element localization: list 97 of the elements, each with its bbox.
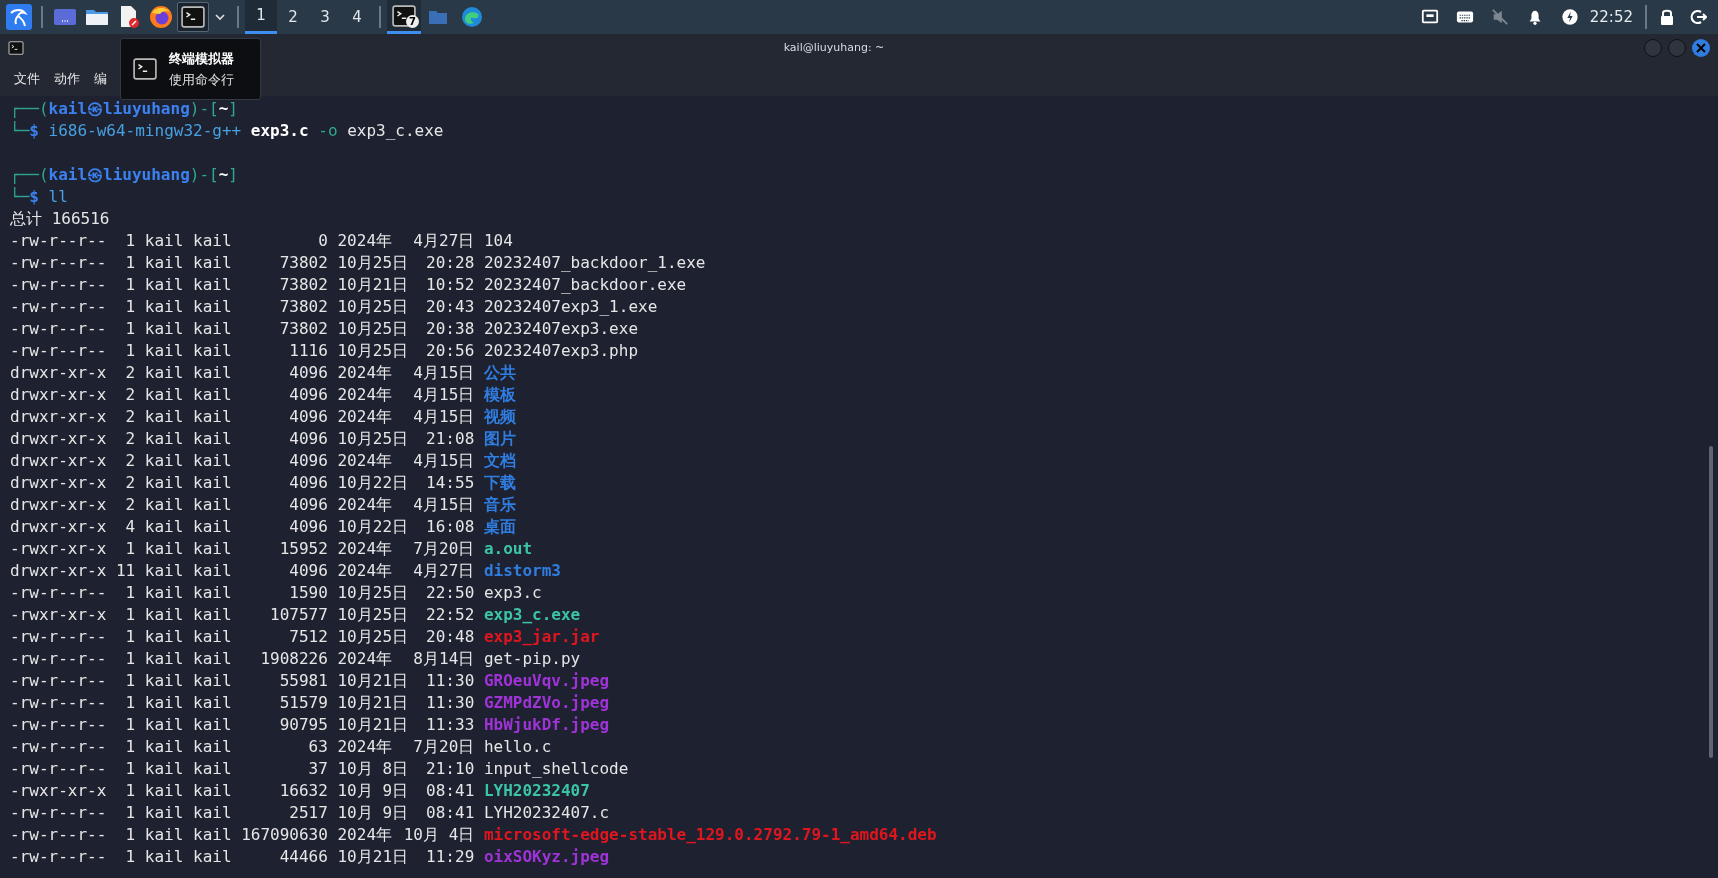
terminal-icon: [392, 4, 416, 27]
file-metadata: -rw-r--r-- 1 kail kail 1590 10月25日 22:50: [10, 582, 475, 604]
terminal-icon: [8, 41, 24, 55]
file-metadata: -rw-r--r-- 1 kail kail 37 10月 8日 21:10: [10, 758, 475, 780]
dragon-logo-icon: [6, 4, 32, 30]
workspace-tab[interactable]: 2: [277, 0, 309, 34]
browser-icon: [461, 6, 483, 28]
file-name: 图片: [483, 428, 516, 450]
file-name: hello.c: [483, 736, 552, 758]
lightning-icon[interactable]: [1560, 8, 1579, 26]
network-icon[interactable]: [1420, 8, 1439, 26]
file-name: GROeuVqv.jpeg: [483, 670, 610, 692]
file-metadata: -rw-r--r-- 1 kail kail 1116 10月25日 20:56: [10, 340, 475, 362]
file-name: 公共: [483, 362, 516, 384]
workspace-tab[interactable]: 4: [341, 0, 373, 34]
file-name: exp3_jar.jar: [483, 626, 600, 648]
file-metadata: drwxr-xr-x 2 kail kail 4096 2024年 4月15日: [10, 362, 475, 384]
launcher-button[interactable]: [3, 2, 35, 32]
file-metadata: -rw-r--r-- 1 kail kail 73802 10月21日 10:52: [10, 274, 475, 296]
logout-icon[interactable]: [1689, 8, 1707, 26]
file-name: 104: [483, 230, 513, 252]
tooltip-title: 终端模拟器: [169, 50, 234, 68]
file-metadata: -rw-r--r-- 1 kail kail 73802 10月25日 20:38: [10, 318, 475, 340]
file-metadata: -rw-r--r-- 1 kail kail 55981 10月21日 11:30: [10, 670, 475, 692]
file-name: distorm3: [483, 560, 561, 582]
total-text: 总计 166516: [10, 209, 110, 228]
file-metadata: drwxr-xr-x 2 kail kail 4096 2024年 4月15日: [10, 384, 475, 406]
file-metadata: -rw-r--r-- 1 kail kail 90795 10月21日 11:33: [10, 714, 475, 736]
file-name: GZMPdZVo.jpeg: [483, 692, 610, 714]
file-name: HbWjukDf.jpeg: [483, 714, 610, 736]
file-name: 20232407exp3.exe: [483, 318, 638, 340]
file-metadata: -rw-r--r-- 1 kail kail 7512 10月25日 20:48: [10, 626, 475, 648]
file-metadata: -rwxr-xr-x 1 kail kail 16632 10月 9日 08:41: [10, 780, 475, 802]
file-name: input_shellcode: [483, 758, 629, 780]
file-metadata: -rw-r--r-- 1 kail kail 73802 10月25日 20:28: [10, 252, 475, 274]
file-name: exp3.c: [483, 582, 542, 604]
prompt-line: ┌──(kail㉿liuyuhang)-[~]: [10, 165, 238, 184]
prompt-line: └─$ i686-w64-mingw32-g++ exp3.c -o exp3_c.exe: [10, 121, 444, 140]
muted-speaker-icon[interactable]: [1490, 8, 1509, 26]
workspace-tab[interactable]: 3: [309, 0, 341, 34]
prompt-line: ┌──(kail㉿liuyuhang)-[~]: [10, 99, 238, 118]
file-name: 20232407_backdoor.exe: [483, 274, 687, 296]
file-name: 视频: [483, 406, 516, 428]
file-name: get-pip.py: [483, 648, 581, 670]
menu-item[interactable]: 编: [94, 69, 107, 89]
task-button[interactable]: 7: [387, 0, 421, 34]
file-name: 音乐: [483, 494, 516, 516]
file-name: 桌面: [483, 516, 516, 538]
file-name: 20232407_backdoor_1.exe: [483, 252, 706, 274]
file-metadata: drwxr-xr-x 2 kail kail 4096 2024年 4月15日: [10, 406, 475, 428]
file-metadata: drwxr-xr-x 11 kail kail 4096 2024年 4月27日: [10, 560, 475, 582]
desktop-icon: [53, 7, 77, 27]
browser-icon: [149, 5, 173, 29]
file-name: 20232407exp3_1.exe: [483, 296, 658, 318]
file-name: oixSOKyz.jpeg: [483, 846, 610, 868]
terminal-icon: [133, 58, 157, 80]
tooltip-subtitle: 使用命令行: [169, 71, 234, 89]
folder-icon: [428, 9, 448, 25]
file-metadata: -rw-r--r-- 1 kail kail 0 2024年 4月27日: [10, 230, 475, 252]
file-metadata: -rwxr-xr-x 1 kail kail 15952 2024年 7月20日: [10, 538, 475, 560]
file-metadata: -rw-r--r-- 1 kail kail 51579 10月21日 11:30: [10, 692, 475, 714]
document-edit-icon: [118, 5, 140, 29]
file-name: exp3_c.exe: [483, 604, 581, 626]
close-button[interactable]: [1692, 39, 1710, 57]
folder-icon: [85, 7, 109, 27]
file-metadata: drwxr-xr-x 2 kail kail 4096 10月22日 14:55: [10, 472, 475, 494]
launcher-button[interactable]: [177, 2, 209, 32]
clock-text[interactable]: 22:52: [1589, 5, 1633, 29]
file-metadata: drwxr-xr-x 2 kail kail 4096 10月25日 21:08: [10, 428, 475, 450]
file-metadata: -rw-r--r-- 1 kail kail 167090630 2024年 10月 4日: [10, 824, 475, 846]
file-metadata: -rw-r--r-- 1 kail kail 44466 10月21日 11:29: [10, 846, 475, 868]
file-name: 模板: [483, 384, 516, 406]
file-name: LYH20232407.c: [483, 802, 610, 824]
file-name: 下载: [483, 472, 516, 494]
menu-item[interactable]: 文件: [14, 69, 40, 89]
terminal-icon: [181, 6, 205, 28]
file-name: 20232407exp3.php: [483, 340, 638, 362]
window-title: kail@liuyuhang: ~: [782, 39, 886, 56]
file-metadata: drwxr-xr-x 2 kail kail 4096 2024年 4月15日: [10, 450, 475, 472]
file-name: LYH20232407: [483, 780, 590, 802]
file-metadata: drwxr-xr-x 4 kail kail 4096 10月22日 16:08: [10, 516, 475, 538]
workspace-tab[interactable]: 1: [245, 0, 277, 34]
file-metadata: drwxr-xr-x 2 kail kail 4096 2024年 4月15日: [10, 494, 475, 516]
file-metadata: -rwxr-xr-x 1 kail kail 107577 10月25日 22:52: [10, 604, 475, 626]
count-badge: 7: [406, 15, 419, 28]
menu-item[interactable]: 动作: [54, 69, 80, 89]
file-metadata: -rw-r--r-- 1 kail kail 73802 10月25日 20:43: [10, 296, 475, 318]
lock-icon[interactable]: [1659, 8, 1675, 26]
prompt-line: └─$ ll: [10, 187, 68, 206]
file-name: a.out: [483, 538, 533, 560]
file-metadata: -rw-r--r-- 1 kail kail 1908226 2024年 8月14日: [10, 648, 475, 670]
close-icon: [1696, 43, 1706, 53]
scrollbar-thumb[interactable]: [1709, 446, 1713, 758]
file-name: 文档: [483, 450, 516, 472]
file-metadata: -rw-r--r-- 1 kail kail 2517 10月 9日 08:41: [10, 802, 475, 824]
file-metadata: -rw-r--r-- 1 kail kail 63 2024年 7月20日: [10, 736, 475, 758]
file-name: microsoft-edge-stable_129.0.2792.79-1_amd64.deb: [483, 824, 937, 846]
